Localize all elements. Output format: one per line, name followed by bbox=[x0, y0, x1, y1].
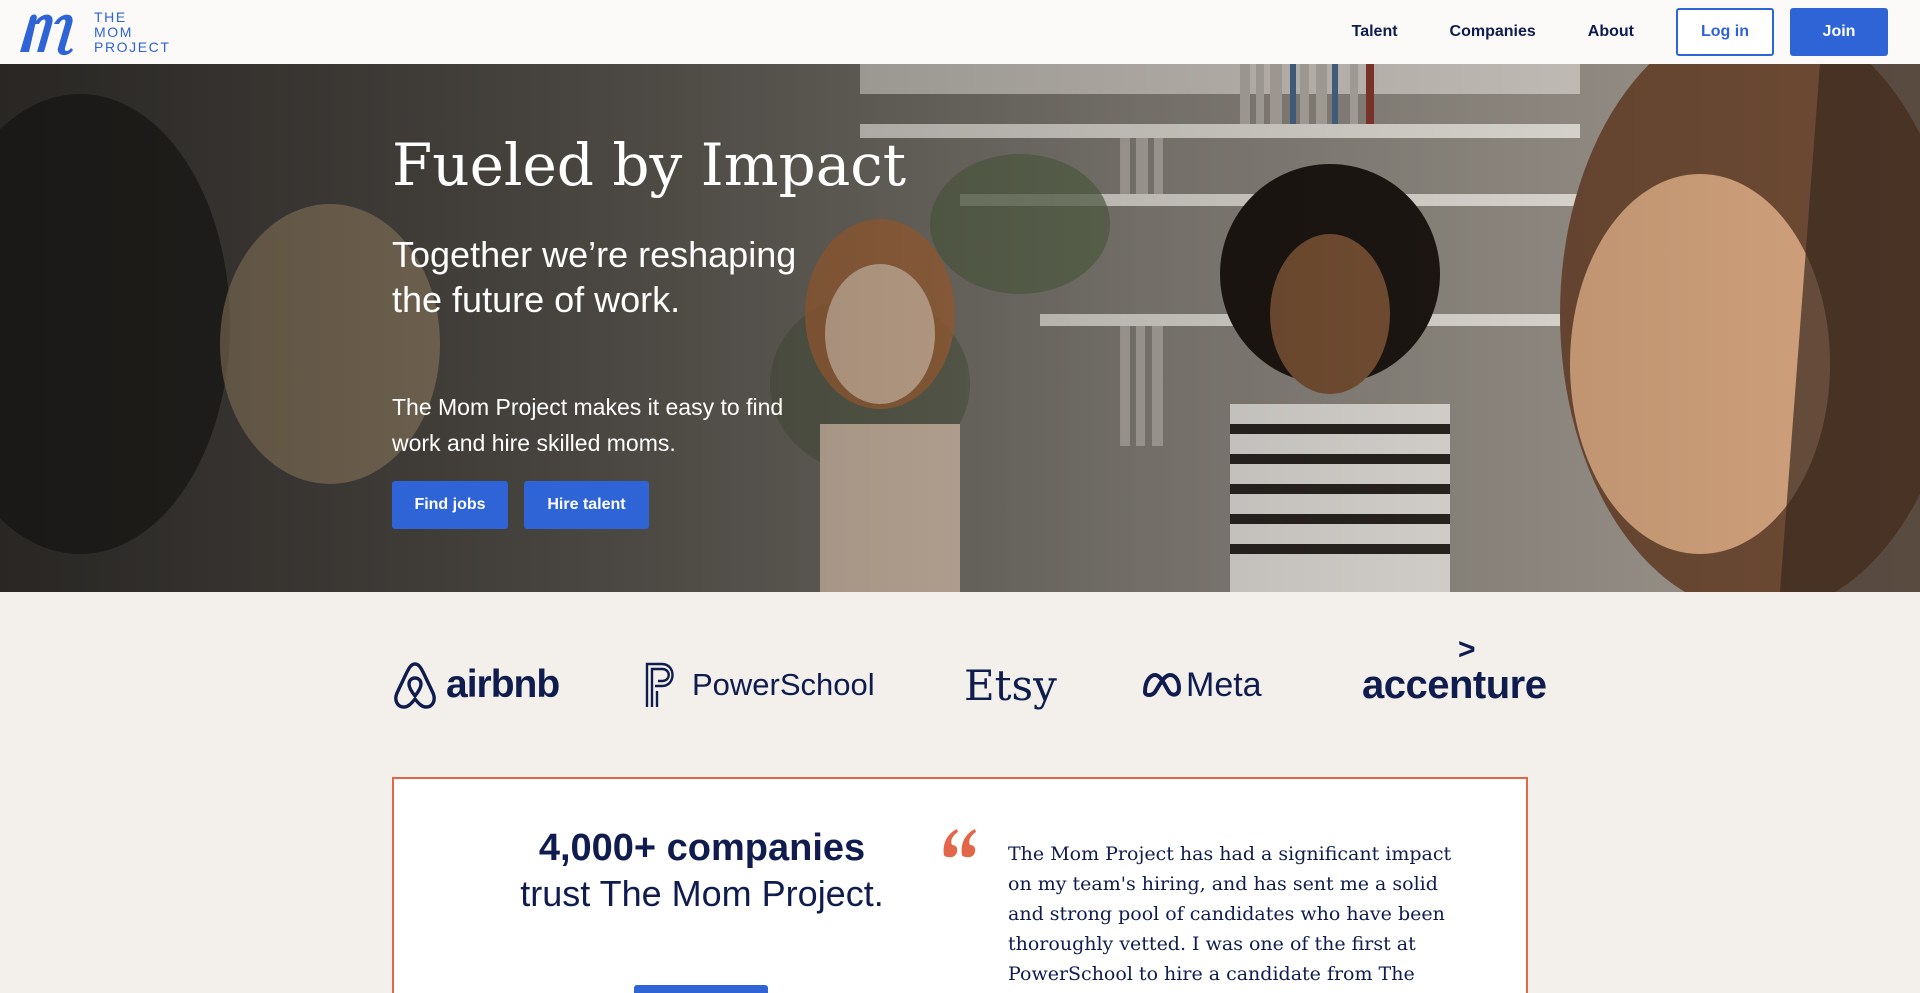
join-button[interactable]: Join bbox=[1790, 8, 1888, 56]
quote-mark-icon bbox=[943, 829, 976, 858]
companies-count: 4,000+ companies bbox=[538, 827, 866, 869]
testimonial-quote: The Mom Project has had a significant im… bbox=[1008, 843, 1452, 985]
card-cta-button[interactable] bbox=[634, 985, 768, 993]
trust-line: trust The Mom Project. bbox=[520, 873, 884, 914]
meta-wordmark: Meta bbox=[1186, 665, 1262, 704]
hero-content: Fueled by Impact Together we’re reshapin… bbox=[392, 130, 952, 529]
meta-infinity-icon bbox=[1143, 673, 1181, 697]
accenture-logo: accenture > bbox=[1362, 633, 1547, 720]
logo[interactable]: THE MOM PROJECT bbox=[16, 8, 171, 56]
hero-buttons: Find jobs Hire talent bbox=[392, 481, 952, 529]
hero-section: Fueled by Impact Together we’re reshapin… bbox=[0, 64, 1920, 592]
airbnb-logo: airbnb bbox=[392, 650, 560, 720]
powerschool-wordmark: PowerSchool bbox=[692, 667, 875, 702]
logo-line-1: THE bbox=[94, 8, 127, 25]
meta-logo: Meta bbox=[1142, 650, 1262, 720]
hero-subtitle: Together we’re reshaping the future of w… bbox=[392, 234, 797, 320]
login-button[interactable]: Log in bbox=[1676, 8, 1774, 56]
airbnb-wordmark: airbnb bbox=[446, 663, 560, 706]
logo-line-2: MOM bbox=[94, 23, 134, 40]
powerschool-logo: PowerSchool bbox=[644, 650, 875, 720]
main-nav: Talent Companies About Log in Join bbox=[1352, 8, 1888, 56]
hero-description: The Mom Project makes it easy to find wo… bbox=[392, 394, 784, 456]
accenture-wordmark: accenture bbox=[1362, 662, 1547, 707]
airbnb-belo-icon bbox=[394, 662, 436, 709]
etsy-wordmark: Etsy bbox=[964, 660, 1057, 710]
nav-talent-link[interactable]: Talent bbox=[1352, 23, 1398, 41]
site-header: THE MOM PROJECT Talent Companies About L… bbox=[0, 0, 1920, 64]
mom-project-m-logo-icon bbox=[20, 14, 73, 56]
hero-photo-image bbox=[0, 64, 1920, 592]
logo-line-3: PROJECT bbox=[94, 38, 171, 55]
hero-title: Fueled by Impact bbox=[392, 131, 907, 199]
nav-companies-link[interactable]: Companies bbox=[1450, 23, 1536, 41]
find-jobs-button[interactable]: Find jobs bbox=[392, 481, 508, 529]
logo-wordmark: THE MOM PROJECT bbox=[94, 8, 171, 55]
trust-stat-block: 4,000+ companies trust The Mom Project. bbox=[394, 825, 1010, 917]
etsy-logo: Etsy bbox=[964, 650, 1057, 720]
powerschool-p-icon bbox=[645, 662, 674, 707]
nav-about-link[interactable]: About bbox=[1588, 23, 1634, 41]
accenture-caret-icon: > bbox=[1458, 633, 1476, 666]
testimonial-card: 4,000+ companies trust The Mom Project. … bbox=[392, 777, 1528, 993]
partner-logos: airbnb PowerSchool Etsy Meta accenture > bbox=[392, 633, 1547, 720]
hire-talent-button[interactable]: Hire talent bbox=[524, 481, 649, 529]
